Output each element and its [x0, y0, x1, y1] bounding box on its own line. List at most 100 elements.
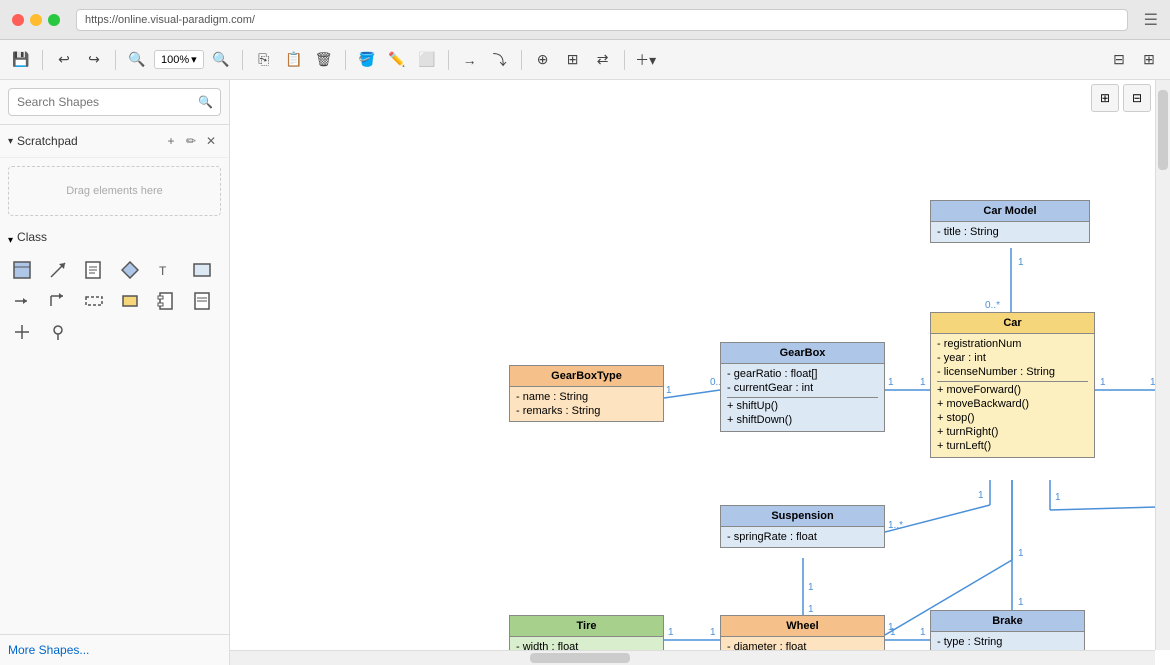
scroll-thumb-horizontal[interactable]	[530, 653, 630, 663]
class-header-wheel: Wheel	[721, 616, 884, 637]
shape-document[interactable]	[188, 287, 216, 315]
class-header-tire: Tire	[510, 616, 663, 637]
svg-text:1: 1	[890, 627, 896, 638]
traffic-lights	[12, 14, 60, 26]
scroll-thumb-vertical[interactable]	[1158, 90, 1168, 170]
attr-name: - name : String	[516, 390, 657, 404]
svg-text:1: 1	[920, 627, 926, 638]
title-bar: https://online.visual-paradigm.com/ ☰	[0, 0, 1170, 40]
shape-note[interactable]	[80, 256, 108, 284]
svg-text:1: 1	[808, 604, 814, 615]
url-bar[interactable]: https://online.visual-paradigm.com/	[76, 9, 1128, 31]
svg-text:1: 1	[668, 627, 674, 638]
scratchpad-edit-icon[interactable]: ✏	[181, 131, 201, 151]
shape-dots[interactable]	[80, 287, 108, 315]
class-header-car-model: Car Model	[931, 201, 1089, 222]
uml-class-gearbox[interactable]: GearBox - gearRatio : float[] - currentG…	[720, 342, 885, 432]
panel-toggle[interactable]: ⊟	[1106, 47, 1132, 73]
delete-button[interactable]: 🗑	[311, 47, 337, 73]
svg-text:1: 1	[978, 490, 984, 501]
maximize-button[interactable]	[48, 14, 60, 26]
svg-text:1: 1	[808, 582, 814, 593]
copy-button[interactable]: ⎘	[251, 47, 277, 73]
toolbar: 💾 ↩ ↪ 🔍 100% ▾ 🔍 ⎘ 📋 🗑 🪣 ✏️ ⬜ → ⤵ ⊕ ⊞ ⇄ …	[0, 40, 1170, 80]
class-body-suspension: - springRate : float	[721, 527, 884, 547]
zoom-value: 100%	[161, 54, 189, 66]
shape-rect[interactable]	[116, 287, 144, 315]
class-header-gearbox: GearBox	[721, 343, 884, 364]
shape-text[interactable]: T	[152, 256, 180, 284]
gearbox-methods: + shiftUp() + shiftDown()	[727, 397, 878, 428]
stroke-button[interactable]: ✏️	[384, 47, 410, 73]
svg-text:1: 1	[888, 377, 894, 388]
attr-springrate: - springRate : float	[727, 530, 878, 544]
shape-expand[interactable]	[8, 318, 36, 346]
main-layout: 🔍 ▾ Scratchpad + ✏ ✕ Drag elements here …	[0, 80, 1170, 665]
shape-pin[interactable]	[44, 318, 72, 346]
class-body-car-model: - title : String	[931, 222, 1089, 242]
shape-class[interactable]	[8, 256, 36, 284]
align-button[interactable]: ⊞	[560, 47, 586, 73]
panel-icon[interactable]: ⊟	[1123, 84, 1151, 112]
waypoint-button[interactable]: ⤵	[487, 47, 513, 73]
close-button[interactable]	[12, 14, 24, 26]
shape-button[interactable]: ⬜	[414, 47, 440, 73]
more-shapes-link[interactable]: More Shapes...	[8, 643, 89, 657]
redo-button[interactable]: ↪	[81, 47, 107, 73]
minimize-button[interactable]	[30, 14, 42, 26]
class-arrow[interactable]: ▾	[8, 235, 13, 246]
svg-text:1: 1	[920, 377, 926, 388]
uml-class-car-model[interactable]: Car Model - title : String	[930, 200, 1090, 243]
group-button[interactable]: ⊕	[530, 47, 556, 73]
url-text: https://online.visual-paradigm.com/	[85, 14, 255, 26]
arrange-button[interactable]: ⇄	[590, 47, 616, 73]
uml-class-suspension[interactable]: Suspension - springRate : float	[720, 505, 885, 548]
canvas-area[interactable]: 1 0..* 1 1 0..* 1 1 1 1 1..*	[230, 80, 1170, 665]
shape-grid: T	[8, 256, 221, 346]
add-button[interactable]: ＋▾	[633, 47, 659, 73]
zoom-level[interactable]: 100% ▾	[154, 50, 204, 69]
scratchpad-add-icon[interactable]: +	[161, 131, 181, 151]
svg-text:T: T	[159, 264, 167, 278]
class-section: ▾ Class T	[0, 224, 229, 634]
shape-diamond[interactable]	[116, 256, 144, 284]
shape-dependency[interactable]	[44, 256, 72, 284]
svg-text:1: 1	[1018, 257, 1024, 268]
vertical-scrollbar[interactable]	[1155, 80, 1170, 650]
zoom-out-button[interactable]: 🔍	[124, 47, 150, 73]
connector-button[interactable]: →	[457, 47, 483, 73]
attr-remarks: - remarks : String	[516, 404, 657, 418]
shape-arrow-corner[interactable]	[44, 287, 72, 315]
shape-component[interactable]	[152, 287, 180, 315]
save-button[interactable]: 💾	[8, 47, 34, 73]
fill-button[interactable]: 🪣	[354, 47, 380, 73]
uml-class-car[interactable]: Car - registrationNum - year : int - lic…	[930, 312, 1095, 458]
zoom-in-button[interactable]: 🔍	[208, 47, 234, 73]
uml-class-gearboxtype[interactable]: GearBoxType - name : String - remarks : …	[509, 365, 664, 422]
svg-text:1: 1	[710, 627, 716, 638]
paste-button[interactable]: 📋	[281, 47, 307, 73]
shape-arrow-right[interactable]	[8, 287, 36, 315]
class-header-car: Car	[931, 313, 1094, 334]
shape-more[interactable]	[188, 256, 216, 284]
hamburger-menu[interactable]: ☰	[1144, 10, 1158, 30]
divider	[242, 50, 243, 70]
grid-icon[interactable]: ⊞	[1091, 84, 1119, 112]
divider	[521, 50, 522, 70]
scratchpad-arrow[interactable]: ▾	[8, 136, 13, 147]
attr-type: - type : String	[937, 635, 1078, 649]
scratchpad-label: Scratchpad	[17, 134, 161, 148]
search-input[interactable]	[8, 88, 221, 116]
svg-text:1: 1	[1018, 597, 1024, 608]
fullscreen-button[interactable]: ⊞	[1136, 47, 1162, 73]
horizontal-scrollbar[interactable]	[230, 650, 1155, 665]
car-methods: + moveForward() + moveBackward() + stop(…	[937, 381, 1088, 454]
undo-button[interactable]: ↩	[51, 47, 77, 73]
scratchpad-header: ▾ Scratchpad + ✏ ✕	[0, 125, 229, 158]
svg-text:1: 1	[1018, 548, 1024, 559]
attr-registration: - registrationNum	[937, 337, 1088, 351]
attr-license: - licenseNumber : String	[937, 365, 1088, 379]
scratchpad-close-icon[interactable]: ✕	[201, 131, 221, 151]
scratchpad-drop-text: Drag elements here	[66, 185, 163, 197]
svg-text:0..*: 0..*	[985, 300, 1000, 311]
